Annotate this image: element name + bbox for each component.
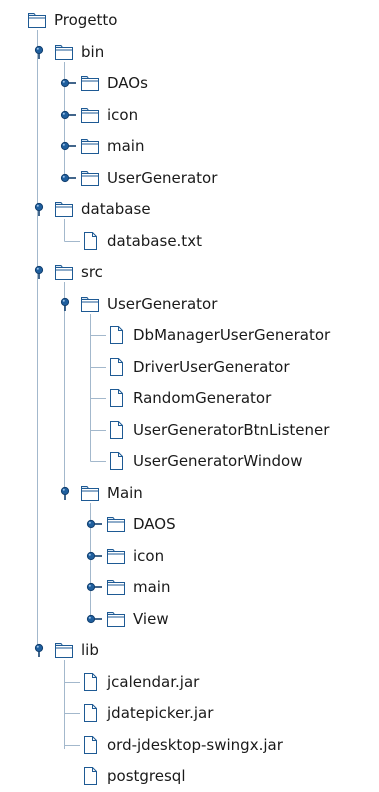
expand-toggle-icon[interactable] — [86, 517, 102, 531]
folder-icon — [27, 10, 47, 30]
folder-icon — [106, 609, 126, 629]
collapse-toggle-icon[interactable] — [34, 265, 50, 279]
folder-icon — [80, 168, 100, 188]
collapse-toggle-icon[interactable] — [34, 643, 50, 657]
tree-node-label[interactable]: UserGenerator — [107, 168, 217, 188]
tree-node-label[interactable]: database.txt — [107, 231, 202, 251]
tree-node-label[interactable]: UserGeneratorBtnListener — [133, 420, 329, 440]
tree-file-dbmanagerusergenerator[interactable]: DbManagerUserGenerator — [0, 319, 379, 351]
collapse-toggle-icon[interactable] — [34, 202, 50, 216]
collapse-toggle-icon[interactable] — [34, 45, 50, 59]
folder-icon — [80, 105, 100, 125]
tree-folder-usergenerator[interactable]: UserGenerator — [0, 162, 379, 194]
expand-toggle-icon[interactable] — [60, 108, 76, 122]
tree-file-jdatepicker-jar[interactable]: jdatepicker.jar — [0, 697, 379, 729]
tree-file-database-txt[interactable]: database.txt — [0, 225, 379, 257]
tree-node-label[interactable]: jcalendar.jar — [107, 672, 199, 692]
tree-folder-database[interactable]: database — [0, 193, 379, 225]
tree-node-label[interactable]: icon — [133, 546, 164, 566]
tree-node-label[interactable]: main — [107, 136, 144, 156]
file-icon — [80, 231, 100, 251]
folder-icon — [54, 640, 74, 660]
tree-node-label[interactable]: lib — [81, 640, 99, 660]
tree-folder-progetto[interactable]: Progetto — [0, 4, 379, 36]
expand-toggle-icon[interactable] — [60, 171, 76, 185]
folder-icon — [54, 262, 74, 282]
tree-folder-main[interactable]: main — [0, 130, 379, 162]
folder-icon — [80, 483, 100, 503]
tree-node-label[interactable]: View — [133, 609, 169, 629]
folder-icon — [80, 136, 100, 156]
tree-node-label[interactable]: src — [81, 262, 103, 282]
tree-file-jcalendar-jar[interactable]: jcalendar.jar — [0, 666, 379, 698]
file-icon — [80, 703, 100, 723]
tree-node-label[interactable]: UserGenerator — [107, 294, 217, 314]
collapse-toggle-icon[interactable] — [60, 486, 76, 500]
file-icon — [106, 357, 126, 377]
tree-node-label[interactable]: database — [81, 199, 151, 219]
tree-file-usergeneratorbtnlistener[interactable]: UserGeneratorBtnListener — [0, 414, 379, 446]
tree-folder-lib[interactable]: lib — [0, 634, 379, 666]
project-file-tree: Progetto bin DAOs icon main UserGenerator data… — [0, 0, 379, 785]
expand-toggle-icon[interactable] — [86, 580, 102, 594]
tree-folder-view[interactable]: View — [0, 603, 379, 635]
tree-node-label[interactable]: UserGeneratorWindow — [133, 451, 303, 471]
tree-node-label[interactable]: main — [133, 577, 170, 597]
tree-folder-src[interactable]: src — [0, 256, 379, 288]
tree-file-randomgenerator[interactable]: RandomGenerator — [0, 382, 379, 414]
expand-toggle-icon[interactable] — [60, 76, 76, 90]
collapse-toggle-icon[interactable] — [60, 297, 76, 311]
tree-node-label[interactable]: ord-jdesktop-swingx.jar — [107, 735, 283, 755]
folder-icon — [106, 546, 126, 566]
tree-file-usergeneratorwindow[interactable]: UserGeneratorWindow — [0, 445, 379, 477]
tree-node-label[interactable]: DriverUserGenerator — [133, 357, 290, 377]
tree-folder-icon[interactable]: icon — [0, 99, 379, 131]
tree-node-label[interactable]: DAOs — [107, 73, 148, 93]
tree-node-label[interactable]: DbManagerUserGenerator — [133, 325, 330, 345]
tree-node-label[interactable]: Main — [107, 483, 143, 503]
tree-file-ord-jdesktop-swingx-jar[interactable]: ord-jdesktop-swingx.jar — [0, 729, 379, 761]
folder-icon — [80, 294, 100, 314]
file-icon — [80, 672, 100, 692]
folder-icon — [106, 577, 126, 597]
tree-folder-main[interactable]: Main — [0, 477, 379, 509]
file-icon — [106, 325, 126, 345]
tree-folder-daos[interactable]: DAOs — [0, 67, 379, 99]
tree-node-label[interactable]: DAOS — [133, 514, 176, 534]
tree-node-label[interactable]: jdatepicker.jar — [107, 703, 213, 723]
tree-folder-main[interactable]: main — [0, 571, 379, 603]
tree-file-driverusergenerator[interactable]: DriverUserGenerator — [0, 351, 379, 383]
expand-toggle-icon[interactable] — [86, 612, 102, 626]
tree-file-postgresql[interactable]: postgresql — [0, 760, 379, 792]
tree-node-label[interactable]: RandomGenerator — [133, 388, 271, 408]
expand-toggle-icon[interactable] — [86, 549, 102, 563]
tree-node-label[interactable]: icon — [107, 105, 138, 125]
expand-toggle-icon[interactable] — [60, 139, 76, 153]
tree-folder-usergenerator[interactable]: UserGenerator — [0, 288, 379, 320]
file-icon — [80, 766, 100, 786]
tree-folder-daos[interactable]: DAOS — [0, 508, 379, 540]
folder-icon — [80, 73, 100, 93]
folder-icon — [106, 514, 126, 534]
file-icon — [80, 735, 100, 755]
tree-folder-icon[interactable]: icon — [0, 540, 379, 572]
tree-node-label[interactable]: bin — [81, 42, 104, 62]
folder-icon — [54, 199, 74, 219]
file-icon — [106, 451, 126, 471]
tree-node-label[interactable]: postgresql — [107, 766, 186, 786]
folder-icon — [54, 42, 74, 62]
tree-folder-bin[interactable]: bin — [0, 36, 379, 68]
tree-node-label[interactable]: Progetto — [54, 10, 118, 30]
file-icon — [106, 388, 126, 408]
file-icon — [106, 420, 126, 440]
